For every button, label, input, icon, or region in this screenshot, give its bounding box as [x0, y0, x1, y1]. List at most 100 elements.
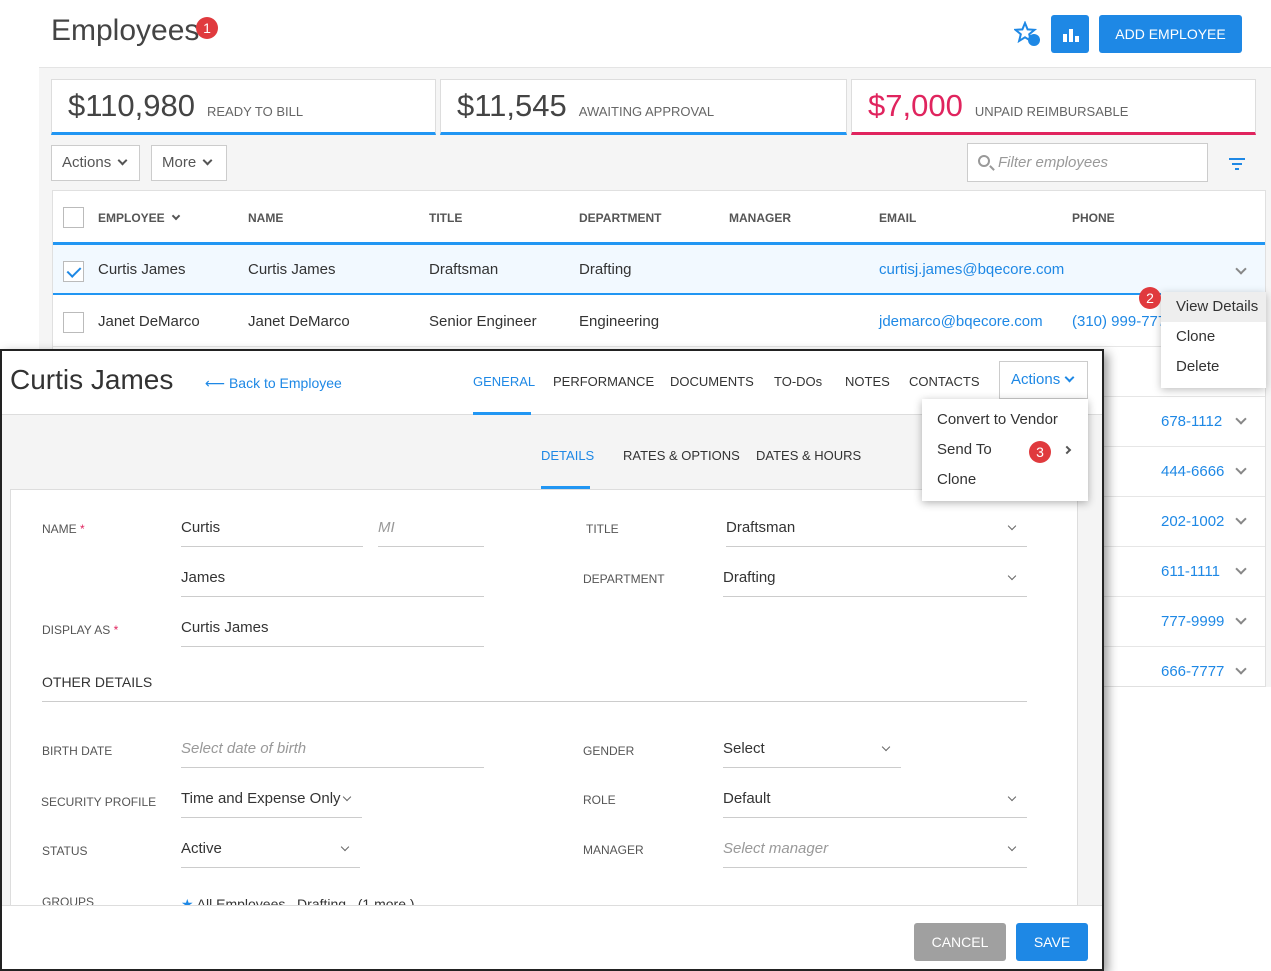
select-all-checkbox[interactable] [63, 207, 84, 228]
tab-performance[interactable]: PERFORMANCE [553, 374, 654, 389]
filter-employees-input[interactable]: Filter employees [967, 143, 1208, 182]
menu-item-send-to[interactable]: Send To [922, 435, 1088, 465]
row-expand-chevron-icon[interactable] [1235, 563, 1247, 575]
cell-phone-link[interactable]: 666-7777 [1161, 663, 1224, 680]
row-expand-chevron-icon[interactable] [1235, 413, 1247, 425]
tab-general[interactable]: GENERAL [473, 374, 535, 389]
cell-phone-link[interactable]: 444-6666 [1161, 463, 1224, 480]
row-expand-chevron-icon[interactable] [1235, 663, 1247, 675]
add-employee-button[interactable]: ADD EMPLOYEE [1099, 15, 1242, 53]
stat-amount: $7,000 [868, 88, 963, 123]
menu-item-convert-to-vendor[interactable]: Convert to Vendor [922, 405, 1088, 435]
chevron-down-icon [1007, 571, 1017, 581]
chart-button[interactable] [1051, 15, 1089, 53]
row-expand-chevron-icon[interactable] [1235, 513, 1247, 525]
middle-initial-input[interactable]: MI [378, 511, 484, 547]
first-name-input[interactable]: Curtis [181, 511, 363, 547]
title-select[interactable]: Draftsman [726, 511, 1027, 547]
cell-phone-link[interactable]: (310) 999-777 [1072, 313, 1166, 330]
cell-phone-link[interactable]: 678-1112 [1161, 413, 1222, 430]
row-expand-chevron-icon[interactable] [1235, 263, 1247, 275]
last-name-input[interactable]: James [181, 561, 484, 597]
row-expand-chevron-icon[interactable] [1235, 613, 1247, 625]
filter-icon[interactable] [1229, 158, 1245, 172]
chevron-down-icon [1007, 842, 1017, 852]
tab-documents[interactable]: DOCUMENTS [670, 374, 754, 389]
tab-todos[interactable]: TO-DOs [774, 374, 822, 389]
tab-contacts[interactable]: CONTACTS [909, 374, 980, 389]
cell-phone-link[interactable]: 777-9999 [1161, 613, 1224, 630]
chevron-right-icon [1062, 445, 1072, 455]
chevron-down-icon [202, 155, 213, 166]
column-header-name[interactable]: NAME [248, 211, 283, 225]
chevron-down-icon [117, 155, 128, 166]
table-row[interactable]: Janet DeMarco Janet DeMarco Senior Engin… [53, 297, 1265, 347]
chevron-down-icon [1007, 521, 1017, 531]
step-badge-2: 2 [1139, 287, 1161, 309]
subtab-dates-hours[interactable]: DATES & HOURS [756, 448, 861, 463]
cell-phone-link[interactable]: 202-1002 [1161, 513, 1224, 530]
actions-dropdown[interactable]: Actions [51, 145, 140, 181]
cell-email-link[interactable]: jdemarco@bqecore.com [879, 313, 1043, 330]
more-dropdown-label: More [162, 154, 197, 171]
menu-item-view-details[interactable]: View Details [1161, 292, 1266, 322]
filter-placeholder: Filter employees [998, 154, 1109, 171]
name-label: NAME * [42, 522, 85, 536]
employee-details-form: NAME * Curtis MI James DISPLAY AS * Curt… [10, 489, 1078, 969]
security-profile-label: SECURITY PROFILE [41, 795, 157, 809]
title-label: TITLE [586, 522, 619, 536]
table-row[interactable]: Curtis James Curtis James Draftsman Draf… [53, 245, 1265, 295]
page-title: Employees [51, 14, 200, 47]
menu-item-delete[interactable]: Delete [1161, 352, 1266, 382]
dialog-actions-label: Actions [1011, 371, 1061, 388]
status-select[interactable]: Active [181, 832, 360, 868]
row-expand-chevron-icon[interactable] [1235, 463, 1247, 475]
department-select[interactable]: Drafting [723, 561, 1027, 597]
role-label: ROLE [583, 793, 616, 807]
cancel-button[interactable]: CANCEL [914, 923, 1006, 961]
favorite-star-icon[interactable] [1014, 21, 1042, 47]
tab-notes[interactable]: NOTES [845, 374, 890, 389]
cell-phone-link[interactable]: 611-1111 [1161, 563, 1220, 580]
cell-title: Senior Engineer [429, 313, 537, 330]
cell-employee: Janet DeMarco [98, 313, 200, 330]
chevron-down-icon [1007, 792, 1017, 802]
menu-item-clone[interactable]: Clone [922, 465, 1088, 495]
stat-ready-to-bill[interactable]: $110,980 READY TO BILL [51, 79, 436, 135]
subtab-details[interactable]: DETAILS [541, 448, 594, 463]
stat-label: UNPAID REIMBURSABLE [974, 104, 1129, 119]
security-profile-select[interactable]: Time and Expense Only [181, 782, 362, 818]
manager-select[interactable]: Select manager [723, 832, 1027, 868]
stat-awaiting-approval[interactable]: $11,545 AWAITING APPROVAL [440, 79, 847, 135]
row-checkbox[interactable] [63, 312, 84, 333]
birth-date-input[interactable]: Select date of birth [181, 732, 484, 768]
menu-item-clone[interactable]: Clone [1161, 322, 1266, 352]
gender-select[interactable]: Select [723, 732, 901, 768]
column-header-title[interactable]: TITLE [429, 211, 462, 225]
row-checkbox[interactable] [63, 261, 84, 282]
role-select[interactable]: Default [723, 782, 1027, 818]
cell-email-link[interactable]: curtisj.james@bqecore.com [879, 261, 1064, 278]
stat-unpaid-reimbursable[interactable]: $7,000 UNPAID REIMBURSABLE [851, 79, 1256, 135]
employee-detail-dialog: Curtis James ⟵ Back to Employee GENERAL … [0, 349, 1104, 971]
table-header: EMPLOYEE NAME TITLE DEPARTMENT MANAGER E… [53, 191, 1265, 245]
save-button[interactable]: SAVE [1016, 923, 1088, 961]
other-details-heading: OTHER DETAILS [42, 674, 153, 690]
more-dropdown[interactable]: More [151, 145, 227, 181]
dialog-actions-dropdown[interactable]: Actions [999, 361, 1088, 399]
column-header-department[interactable]: DEPARTMENT [579, 211, 661, 225]
back-to-employee-link[interactable]: ⟵ Back to Employee [205, 375, 342, 392]
chevron-down-icon [1064, 372, 1075, 383]
department-label: DEPARTMENT [583, 572, 665, 586]
subtab-rates-options[interactable]: RATES & OPTIONS [623, 448, 740, 463]
display-as-label: DISPLAY AS * [42, 623, 119, 637]
column-header-email[interactable]: EMAIL [879, 211, 916, 225]
actions-dropdown-label: Actions [62, 154, 112, 171]
display-as-input[interactable]: Curtis James [181, 611, 484, 647]
chevron-down-icon [881, 742, 891, 752]
column-header-employee[interactable]: EMPLOYEE [98, 211, 180, 225]
column-header-manager[interactable]: MANAGER [729, 211, 791, 225]
chart-icon [1063, 34, 1067, 42]
chevron-down-icon [342, 792, 352, 802]
column-header-phone[interactable]: PHONE [1072, 211, 1115, 225]
